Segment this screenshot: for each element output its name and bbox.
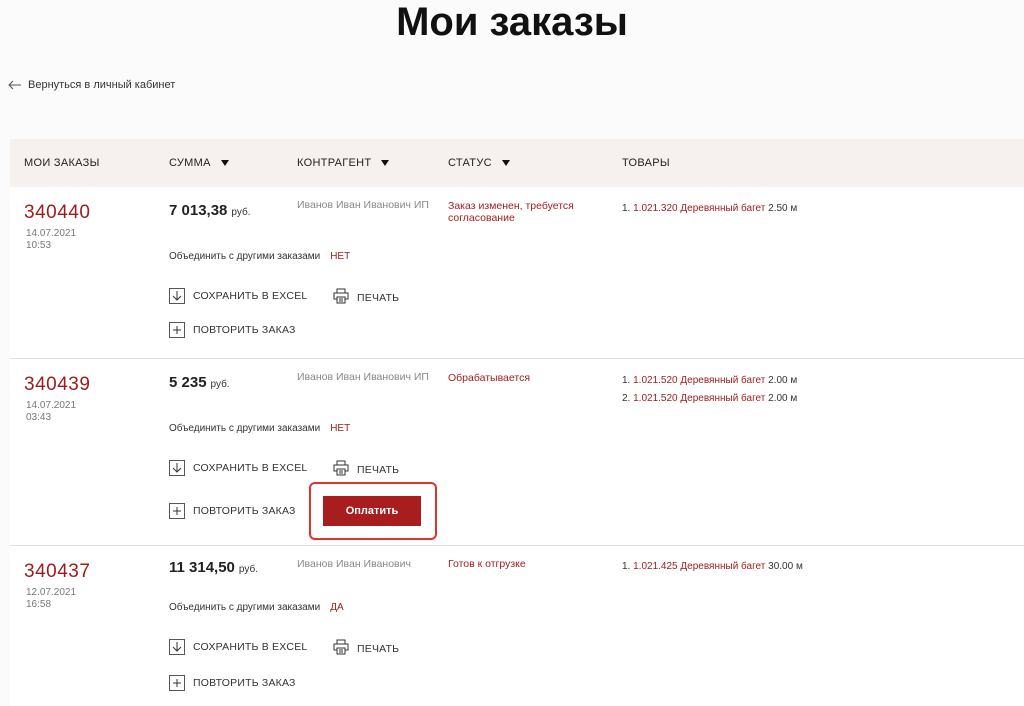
caret-down-icon xyxy=(381,160,390,166)
printer-icon xyxy=(333,288,349,307)
caret-down-icon xyxy=(220,160,229,166)
order-number-link[interactable]: 340437 xyxy=(24,561,90,583)
goods-item[interactable]: 1. 1.021.520 Деревянный багет 2.00 м xyxy=(622,375,797,393)
table-header: МОИ ЗАКАЗЫ СУММА КОНТРАГЕНТ СТАТУС ТОВАР… xyxy=(10,139,1024,187)
table-row: 340439 14.07.2021 03:43 5 235 руб. Иванов… xyxy=(10,359,1024,546)
order-date: 14.07.2021 xyxy=(26,400,77,411)
printer-icon xyxy=(333,639,349,658)
printer-icon xyxy=(333,460,349,479)
save-excel-button[interactable]: СОХРАНИТЬ В EXCEL xyxy=(169,460,307,476)
merge-orders-option[interactable]: Объединить с другими заказами НЕТ xyxy=(169,251,350,262)
order-time: 16:58 xyxy=(26,599,52,610)
order-sum: 5 235 руб. xyxy=(169,374,230,391)
repeat-order-button[interactable]: ПОВТОРИТЬ ЗАКАЗ xyxy=(169,675,296,691)
order-date: 14.07.2021 xyxy=(26,228,77,239)
order-status: Заказ изменен, требуется согласование xyxy=(448,200,574,224)
order-contractor: Иванов Иван Иванович ИП xyxy=(297,371,429,383)
order-date: 12.07.2021 xyxy=(26,587,77,598)
download-icon xyxy=(169,639,185,655)
order-goods: 1. 1.021.520 Деревянный багет 2.00 м 2. … xyxy=(622,375,797,411)
header-sum-sort[interactable]: СУММА xyxy=(169,157,229,169)
pay-button[interactable]: Оплатить xyxy=(323,496,421,526)
orders-table: МОИ ЗАКАЗЫ СУММА КОНТРАГЕНТ СТАТУС ТОВАР… xyxy=(10,139,1024,706)
order-sum: 11 314,50 руб. xyxy=(169,559,258,576)
order-number-link[interactable]: 340440 xyxy=(24,202,90,224)
plus-icon xyxy=(169,503,185,519)
header-orders: МОИ ЗАКАЗЫ xyxy=(24,157,100,169)
order-number-link[interactable]: 340439 xyxy=(24,374,90,396)
plus-icon xyxy=(169,675,185,691)
order-contractor: Иванов Иван Иванович xyxy=(297,558,411,570)
order-goods: 1. 1.021.425 Деревянный багет 30.00 м xyxy=(622,561,803,579)
header-status-sort[interactable]: СТАТУС xyxy=(448,157,510,169)
order-status: Обрабатывается xyxy=(448,372,531,384)
print-button[interactable]: ПЕЧАТЬ xyxy=(333,460,399,479)
caret-down-icon xyxy=(501,160,510,166)
order-sum: 7 013,38 руб. xyxy=(169,202,251,219)
table-row: 340437 12.07.2021 16:58 11 314,50 руб. Ив… xyxy=(10,546,1024,706)
order-time: 10:53 xyxy=(26,240,52,251)
repeat-order-button[interactable]: ПОВТОРИТЬ ЗАКАЗ xyxy=(169,322,296,338)
order-goods: 1. 1.021.320 Деревянный багет 2.50 м xyxy=(622,203,797,221)
arrow-left-icon xyxy=(8,80,21,90)
order-time: 03:43 xyxy=(26,412,52,423)
save-excel-button[interactable]: СОХРАНИТЬ В EXCEL xyxy=(169,288,307,304)
goods-item[interactable]: 1. 1.021.425 Деревянный багет 30.00 м xyxy=(622,561,803,579)
back-to-account-link[interactable]: Вернуться в личный кабинет xyxy=(8,79,175,91)
repeat-order-button[interactable]: ПОВТОРИТЬ ЗАКАЗ xyxy=(169,503,296,519)
goods-item[interactable]: 2. 1.021.520 Деревянный багет 2.00 м xyxy=(622,393,797,411)
download-icon xyxy=(169,460,185,476)
merge-orders-option[interactable]: Объединить с другими заказами НЕТ xyxy=(169,423,350,434)
order-status: Готов к отгрузке xyxy=(448,558,526,570)
save-excel-button[interactable]: СОХРАНИТЬ В EXCEL xyxy=(169,639,307,655)
page-title: Мои заказы xyxy=(396,0,628,44)
merge-orders-option[interactable]: Объединить с другими заказами ДА xyxy=(169,602,344,613)
header-goods: ТОВАРЫ xyxy=(622,157,670,169)
table-row: 340440 14.07.2021 10:53 7 013,38 руб. Ива… xyxy=(10,187,1024,359)
print-button[interactable]: ПЕЧАТЬ xyxy=(333,288,399,307)
print-button[interactable]: ПЕЧАТЬ xyxy=(333,639,399,658)
download-icon xyxy=(169,288,185,304)
goods-item[interactable]: 1. 1.021.320 Деревянный багет 2.50 м xyxy=(622,203,797,221)
order-contractor: Иванов Иван Иванович ИП xyxy=(297,199,429,211)
plus-icon xyxy=(169,322,185,338)
header-contractor-sort[interactable]: КОНТРАГЕНТ xyxy=(297,157,390,169)
back-link-label: Вернуться в личный кабинет xyxy=(28,79,176,91)
